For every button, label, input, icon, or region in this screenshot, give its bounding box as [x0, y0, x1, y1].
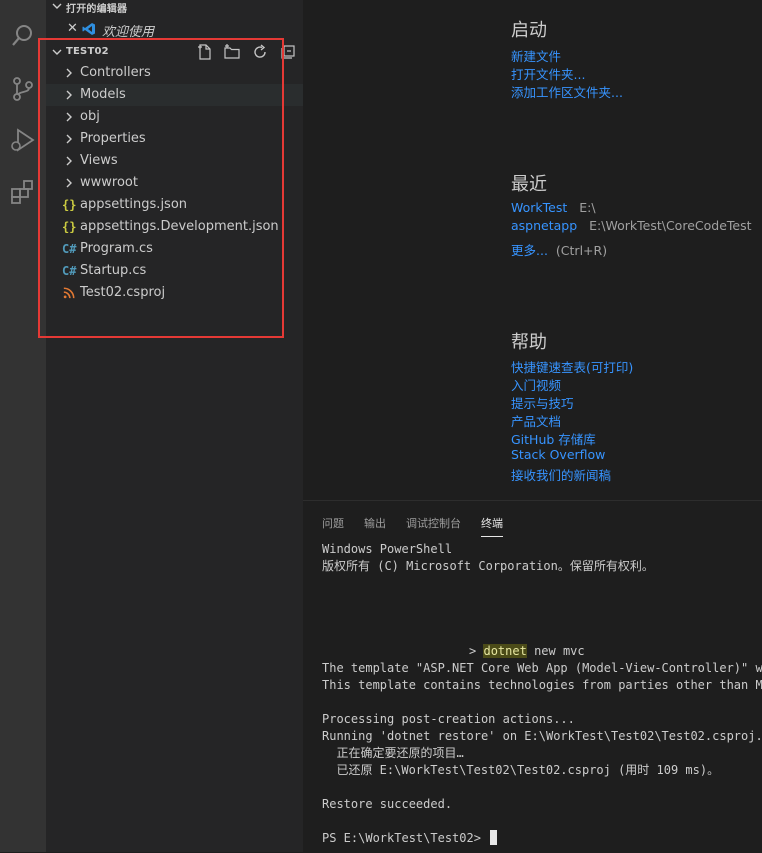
terminal-line: Running 'dotnet restore' on E:\WorkTest\… — [322, 729, 762, 743]
terminal-line: 版权所有 (C) Microsoft Corporation。保留所有权利。 — [322, 559, 654, 573]
start-title: 启动 — [511, 20, 547, 41]
new-file-link[interactable]: 新建文件 — [511, 46, 561, 65]
tree-folder-models[interactable]: Models — [46, 84, 303, 106]
rss-file-icon — [63, 287, 75, 299]
csharp-file-icon: C# — [62, 242, 77, 256]
refresh-icon[interactable] — [252, 44, 268, 60]
recent-item-name[interactable]: aspnetapp — [511, 218, 577, 233]
terminal-command-line: > dotnet new mvc — [469, 643, 585, 660]
terminal-cursor — [490, 830, 498, 845]
more-recent-link[interactable]: 更多... (Ctrl+R) — [511, 240, 607, 259]
tree-file-program[interactable]: C# Program.cs — [46, 238, 303, 260]
open-editor-item[interactable]: ✕ 欢迎使用 — [46, 18, 303, 40]
source-control-icon[interactable] — [9, 75, 37, 103]
recent-title: 最近 — [511, 174, 547, 195]
command-keyword: dotnet — [483, 644, 527, 658]
help-title: 帮助 — [511, 332, 547, 353]
tree-folder-properties[interactable]: Properties — [46, 128, 303, 150]
tree-item-label: Startup.cs — [80, 263, 147, 278]
search-icon[interactable] — [9, 22, 37, 50]
open-folder-link[interactable]: 打开文件夹... — [511, 64, 585, 83]
tree-item-label: appsettings.json — [80, 197, 188, 212]
close-icon[interactable]: ✕ — [67, 21, 78, 36]
tree-file-startup[interactable]: C# Startup.cs — [46, 260, 303, 282]
tree-file-appsettings-development[interactable]: {} appsettings.Development.json — [46, 216, 303, 238]
new-folder-icon[interactable] — [224, 44, 240, 60]
tree-file-csproj[interactable]: Test02.csproj — [46, 282, 303, 304]
chevron-down-icon — [52, 49, 62, 55]
help-link-newsletter[interactable]: 接收我们的新闻稿 — [511, 465, 611, 484]
terminal-line: This template contains technologies from… — [322, 678, 762, 692]
tab-debug-console[interactable]: 调试控制台 — [406, 515, 461, 531]
more-shortcut: (Ctrl+R) — [555, 243, 608, 258]
recent-item-name[interactable]: WorkTest — [511, 200, 567, 215]
terminal-prompt: PS E:\WorkTest\Test02> — [322, 831, 481, 845]
recent-item-path: E:\ — [579, 200, 596, 215]
tree-file-appsettings[interactable]: {} appsettings.json — [46, 194, 303, 216]
extensions-icon[interactable] — [9, 178, 37, 206]
recent-item[interactable]: WorkTest E:\ — [511, 200, 596, 215]
tab-problems[interactable]: 问题 — [322, 515, 344, 531]
collapse-all-icon[interactable] — [280, 44, 296, 60]
tree-item-label: Test02.csproj — [80, 285, 166, 300]
help-link-videos[interactable]: 入门视频 — [511, 375, 561, 394]
help-link-docs[interactable]: 产品文档 — [511, 411, 561, 430]
welcome-page: 启动 新建文件 打开文件夹... 添加工作区文件夹... 最近 WorkTest… — [303, 0, 762, 500]
more-link-label[interactable]: 更多... — [511, 243, 548, 258]
tree-item-label: Models — [80, 87, 126, 102]
terminal-line: 正在确定要还原的项目… — [322, 746, 464, 760]
tree-item-label: Properties — [80, 131, 146, 146]
tree-item-label: appsettings.Development.json — [80, 219, 279, 234]
json-file-icon: {} — [62, 220, 77, 234]
chevron-right-icon — [66, 156, 72, 166]
add-workspace-folder-link[interactable]: 添加工作区文件夹... — [511, 82, 623, 101]
chevron-right-icon — [66, 134, 72, 144]
terminal-line: 已还原 E:\WorkTest\Test02\Test02.csproj (用时… — [322, 763, 720, 777]
chevron-down-icon — [52, 3, 62, 9]
explorer-sidebar: 打开的编辑器 ✕ 欢迎使用 TEST02 Controllers Models … — [46, 0, 303, 852]
help-link-github[interactable]: GitHub 存储库 — [511, 429, 596, 448]
file-tree: Controllers Models obj Properties Views … — [46, 62, 303, 304]
bottom-panel: 问题 输出 调试控制台 终端 Windows PowerShell 版权所有 (… — [303, 500, 762, 853]
chevron-right-icon — [66, 90, 72, 100]
tab-terminal[interactable]: 终端 — [481, 515, 503, 537]
help-link-stackoverflow[interactable]: Stack Overflow — [511, 447, 605, 462]
activity-bar — [0, 0, 46, 852]
tab-output[interactable]: 输出 — [364, 515, 386, 531]
chevron-right-icon — [66, 178, 72, 188]
tree-folder-views[interactable]: Views — [46, 150, 303, 172]
open-editors-header[interactable]: 打开的编辑器 — [46, 0, 303, 17]
open-editors-title: 打开的编辑器 — [66, 4, 128, 15]
recent-item[interactable]: aspnetapp E:\WorkTest\CoreCodeTest — [511, 218, 752, 233]
tree-item-label: Views — [80, 153, 118, 168]
tree-item-label: wwwroot — [80, 175, 138, 190]
new-file-icon[interactable] — [197, 44, 213, 60]
help-link-shortcuts[interactable]: 快捷键速查表(可打印) — [511, 357, 633, 376]
terminal-line: Restore succeeded. — [322, 797, 453, 811]
prompt-symbol: > — [469, 644, 477, 658]
vscode-logo-icon — [82, 23, 95, 35]
terminal-prompt-line: PS E:\WorkTest\Test02> — [322, 830, 498, 847]
tree-folder-obj[interactable]: obj — [46, 106, 303, 128]
chevron-right-icon — [66, 68, 72, 78]
project-title: TEST02 — [66, 46, 109, 57]
command-args: new mvc — [534, 644, 585, 658]
tree-item-label: obj — [80, 109, 100, 124]
run-debug-icon[interactable] — [9, 126, 37, 154]
tree-folder-controllers[interactable]: Controllers — [46, 62, 303, 84]
help-link-tips[interactable]: 提示与技巧 — [511, 393, 574, 412]
tree-item-label: Controllers — [80, 65, 151, 80]
terminal[interactable]: Windows PowerShell 版权所有 (C) Microsoft Co… — [322, 541, 762, 845]
open-editor-name: 欢迎使用 — [102, 25, 155, 40]
chevron-right-icon — [66, 112, 72, 122]
tree-folder-wwwroot[interactable]: wwwroot — [46, 172, 303, 194]
terminal-line: The template "ASP.NET Core Web App (Mode… — [322, 661, 762, 675]
terminal-line: Processing post-creation actions... — [322, 712, 575, 726]
json-file-icon: {} — [62, 198, 77, 212]
csharp-file-icon: C# — [62, 264, 77, 278]
terminal-line: Windows PowerShell — [322, 542, 453, 556]
tree-item-label: Program.cs — [80, 241, 153, 256]
recent-item-path: E:\WorkTest\CoreCodeTest — [589, 218, 752, 233]
